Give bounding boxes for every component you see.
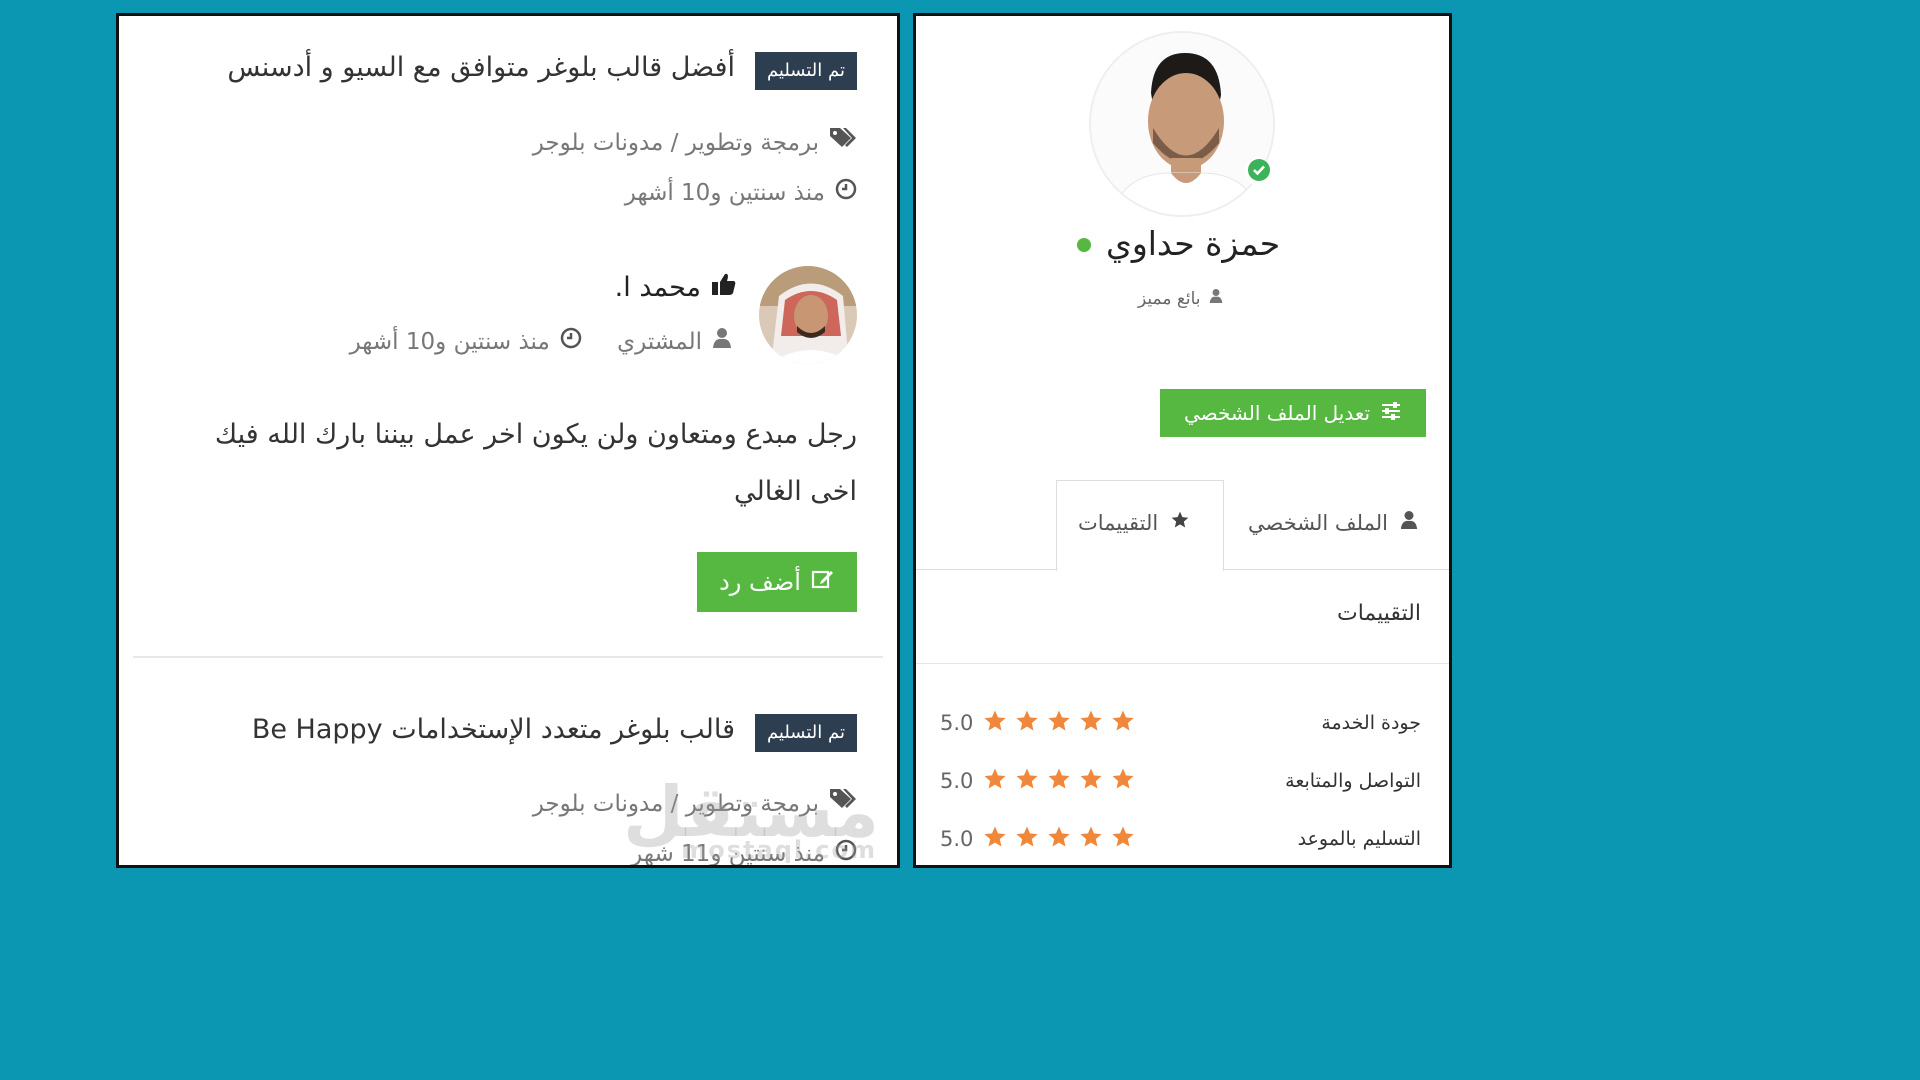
star-icon (1170, 510, 1190, 535)
rating-row: 5.0 التواصل والمتابعة (940, 764, 1421, 798)
rating-value-group: 5.0 (940, 709, 1135, 737)
category-text[interactable]: برمجة وتطوير / مدونات بلوجر (533, 130, 819, 156)
star-icon (1047, 767, 1071, 795)
reviewer-meta: المشتري منذ سنتين و10 أشهر (350, 327, 732, 355)
project-title[interactable]: أفضل قالب بلوغر متوافق مع السيو و أدسنس (227, 52, 735, 83)
star-icon (1015, 767, 1039, 795)
category-text[interactable]: برمجة وتطوير / مدونات بلوجر (533, 791, 819, 817)
tab-profile[interactable]: الملف الشخصي (1248, 510, 1418, 535)
star-icon (1079, 767, 1103, 795)
ratings-section-title: التقييمات (1337, 601, 1421, 626)
review-text: رجل مبدع ومتعاون ولن يكون اخر عمل بيننا … (214, 419, 857, 507)
profile-panel: حمزة حداوي بائع مميز تعديل الملف الشخصي … (913, 13, 1452, 868)
star-icon (1047, 825, 1071, 853)
rating-value-group: 5.0 (940, 767, 1135, 795)
reviewer-name[interactable]: محمد ا. (615, 272, 737, 303)
rating-stars (983, 767, 1135, 795)
star-icon (983, 767, 1007, 795)
project-time: منذ سنتين و11 شهر (631, 839, 857, 867)
reviewer-role: المشتري (617, 329, 702, 355)
star-icon (1111, 767, 1135, 795)
star-icon (1111, 825, 1135, 853)
sliders-icon (1380, 401, 1402, 426)
rating-value-group: 5.0 (940, 825, 1135, 853)
star-icon (1047, 709, 1071, 737)
rating-label: التواصل والمتابعة (1285, 770, 1421, 792)
rating-row: 5.0 جودة الخدمة (940, 706, 1421, 740)
star-icon (1111, 709, 1135, 737)
clock-icon (835, 178, 857, 206)
star-icon (1015, 825, 1039, 853)
clock-icon (560, 327, 582, 355)
reviews-panel: تم التسليم أفضل قالب بلوغر متوافق مع الس… (116, 13, 900, 868)
rating-number: 5.0 (940, 769, 974, 793)
rating-number: 5.0 (940, 711, 974, 735)
buyer-avatar[interactable] (759, 266, 857, 364)
delivered-badge: تم التسليم (754, 52, 857, 90)
rating-label: التسليم بالموعد (1297, 828, 1421, 850)
rating-label: جودة الخدمة (1321, 712, 1421, 734)
delivered-badge: تم التسليم (754, 714, 857, 752)
project-title[interactable]: قالب بلوغر متعدد الإستخدامات Be Happy (252, 714, 735, 745)
project-time: منذ سنتين و10 أشهر (625, 178, 857, 206)
clock-icon (835, 839, 857, 865)
verified-check-icon (1247, 158, 1271, 186)
tags-icon (829, 126, 857, 156)
rating-row: 5.0 التسليم بالموعد (940, 822, 1421, 856)
star-icon (983, 709, 1007, 737)
star-icon (1079, 825, 1103, 853)
profile-name: حمزة حداوي (1106, 224, 1281, 263)
project-category: برمجة وتطوير / مدونات بلوجر (533, 126, 857, 156)
time-text: منذ سنتين و11 شهر (631, 841, 825, 867)
project-category: برمجة وتطوير / مدونات بلوجر (533, 787, 857, 817)
star-icon (1079, 709, 1103, 737)
section-divider (916, 663, 1449, 664)
user-icon (712, 327, 732, 355)
divider (133, 656, 883, 658)
profile-avatar[interactable] (1089, 31, 1275, 217)
rating-stars (983, 825, 1135, 853)
tab-reviews[interactable]: التقييمات (1078, 510, 1190, 535)
thumbs-up-icon (711, 272, 737, 303)
verified-badge (1245, 158, 1273, 186)
time-text: منذ سنتين و10 أشهر (624, 180, 825, 206)
seller-level: بائع مميز (1138, 288, 1223, 309)
edit-profile-button[interactable]: تعديل الملف الشخصي (1160, 389, 1426, 437)
tags-icon (829, 787, 857, 817)
edit-icon (811, 568, 835, 596)
online-status-dot (1077, 238, 1091, 252)
user-icon (1400, 510, 1418, 535)
user-icon (1209, 288, 1223, 309)
add-reply-button[interactable]: أضف رد (697, 552, 857, 612)
rating-number: 5.0 (940, 827, 974, 851)
star-icon (983, 825, 1007, 853)
rating-stars (983, 709, 1135, 737)
review-time: منذ سنتين و10 أشهر (349, 329, 550, 355)
star-icon (1015, 709, 1039, 737)
